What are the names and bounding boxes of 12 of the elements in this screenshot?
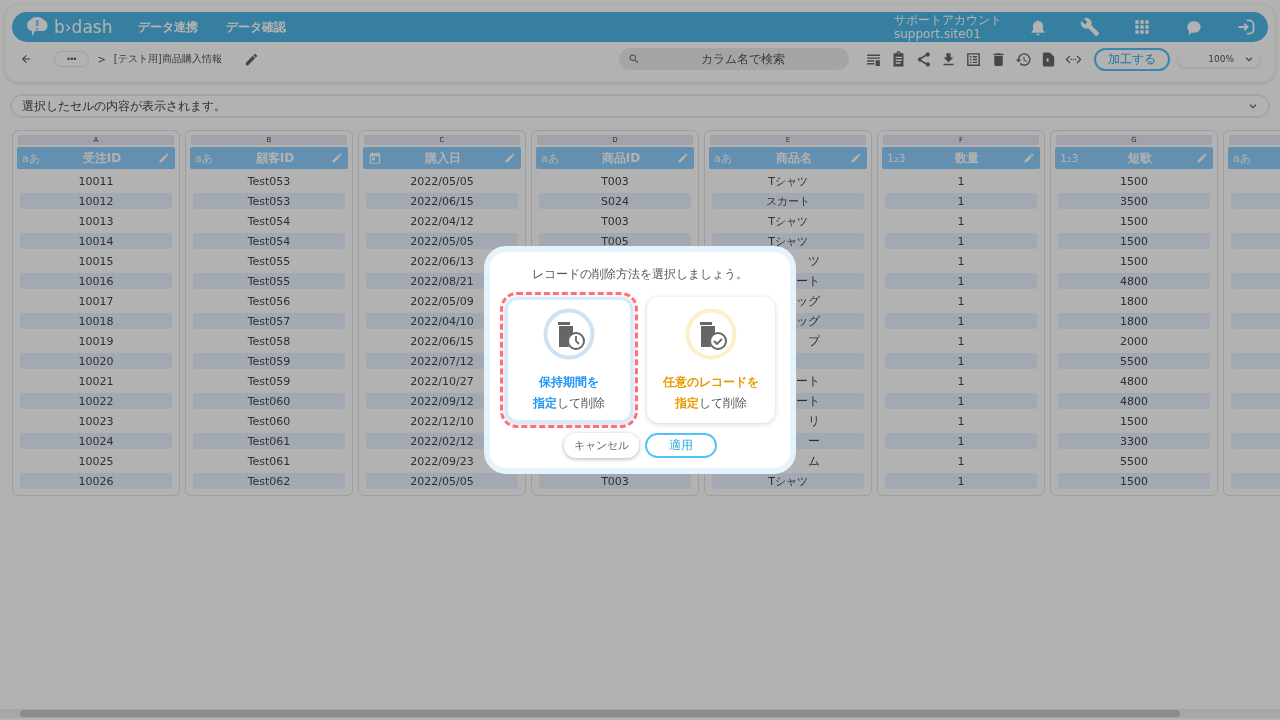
type-label: aあ [714,150,733,166]
type-label: aあ [195,150,214,166]
dialog-prompt: レコードの削除方法を選択しましょう。 [532,266,748,283]
table-title: [テスト用]商品購入情報 [113,52,222,66]
type-label: aあ [1233,150,1252,166]
account-name: サポートアカウント [894,13,1002,27]
type-label: 1₂3 [887,151,907,165]
type-label: 1₂3 [1060,151,1080,165]
account-id: support.site01 [894,27,982,41]
type-label: aあ [22,150,41,166]
breadcrumb-separator: > [97,53,106,65]
type-label: aあ [541,150,560,166]
